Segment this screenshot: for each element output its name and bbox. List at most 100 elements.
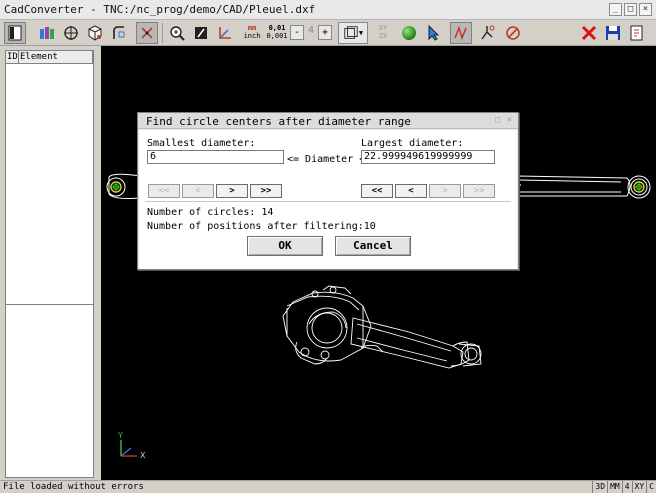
units-mm-label: mm bbox=[247, 24, 257, 32]
path-button[interactable] bbox=[450, 22, 472, 44]
filtered-positions-text: Number of positions after filtering:10 bbox=[147, 221, 376, 232]
chevron-down-icon: ▼ bbox=[358, 29, 364, 37]
y-axis-label: Y bbox=[117, 431, 123, 440]
plane-bottom-label: ZX bbox=[378, 32, 388, 40]
layers-icon bbox=[40, 27, 54, 39]
3d-view-button[interactable] bbox=[84, 22, 106, 44]
plane-toggle-button[interactable]: XY ZX bbox=[372, 24, 394, 40]
lower-rod-part bbox=[282, 285, 482, 369]
element-properties-list[interactable] bbox=[5, 304, 94, 478]
axis-triad: Y X bbox=[117, 431, 146, 460]
select-button[interactable] bbox=[190, 22, 212, 44]
export-icon bbox=[630, 25, 643, 41]
largest-last-button[interactable]: >> bbox=[463, 184, 495, 198]
smallest-prev-button[interactable]: < bbox=[182, 184, 214, 198]
status-bar: File loaded without errors 3D MM 4 XY C bbox=[0, 480, 656, 493]
split-icon bbox=[481, 25, 495, 40]
window-title: CadConverter - TNC:/nc_prog/demo/CAD/Ple… bbox=[4, 3, 316, 16]
list-view-icon bbox=[8, 25, 22, 41]
element-list-header: ID Element bbox=[6, 51, 93, 64]
column-id[interactable]: ID bbox=[6, 51, 19, 63]
contour-button[interactable] bbox=[108, 22, 130, 44]
export-button[interactable] bbox=[626, 22, 648, 44]
smallest-diameter-label: Smallest diameter: bbox=[147, 138, 256, 149]
close-window-button[interactable]: × bbox=[639, 3, 652, 16]
largest-prev-button[interactable]: < bbox=[395, 184, 427, 198]
split-button[interactable] bbox=[476, 22, 498, 44]
cursor-arrow-icon bbox=[428, 24, 440, 41]
title-bar: CadConverter - TNC:/nc_prog/demo/CAD/Ple… bbox=[0, 0, 656, 20]
largest-diameter-label: Largest diameter: bbox=[361, 138, 464, 149]
axis-button[interactable] bbox=[214, 22, 236, 44]
axis-icon bbox=[219, 27, 231, 39]
plane-top-label: XY bbox=[378, 24, 388, 32]
sphere-icon bbox=[402, 26, 416, 40]
save-button[interactable] bbox=[602, 22, 624, 44]
minimize-button[interactable]: _ bbox=[609, 3, 622, 16]
element-list[interactable]: ID Element bbox=[5, 50, 94, 306]
status-indicators: 3D MM 4 XY C bbox=[592, 481, 656, 493]
smallest-first-button[interactable]: << bbox=[148, 184, 180, 198]
resolution-top-label: 0,01 bbox=[268, 24, 286, 32]
increment-button[interactable]: + bbox=[318, 25, 332, 40]
contour-icon bbox=[113, 26, 125, 39]
maximize-button[interactable]: □ bbox=[624, 3, 637, 16]
path-icon bbox=[454, 25, 467, 41]
cube-icon bbox=[88, 25, 102, 41]
resolution-bottom-label: 0,001 bbox=[266, 32, 288, 40]
status-mode: C bbox=[646, 481, 656, 493]
dialog-title-bar: Find circle centers after diameter range… bbox=[138, 113, 518, 129]
crosshair-icon bbox=[64, 26, 78, 40]
units-toggle-button[interactable]: mm inch bbox=[242, 24, 262, 40]
discard-button[interactable] bbox=[578, 22, 600, 44]
units-inch-label: inch bbox=[243, 32, 261, 40]
positions-icon bbox=[141, 27, 153, 39]
toggle-list-view-button[interactable] bbox=[4, 22, 26, 44]
upper-right-circle-marker bbox=[633, 181, 645, 193]
x-axis-label: X bbox=[140, 451, 146, 460]
upper-left-circle-marker bbox=[106, 177, 126, 197]
layer-button[interactable] bbox=[36, 22, 58, 44]
dialog-body: Smallest diameter: 6 <= Diameter <= Larg… bbox=[139, 130, 517, 269]
view-dropdown[interactable]: ▼ bbox=[338, 22, 368, 44]
prohibit-icon bbox=[506, 26, 520, 40]
window-controls: _ □ × bbox=[609, 3, 652, 16]
status-plane: XY bbox=[631, 481, 647, 493]
dialog-divider bbox=[145, 201, 511, 202]
color-ball-button[interactable] bbox=[398, 22, 420, 44]
datum-button[interactable] bbox=[60, 22, 82, 44]
toolbar-separator bbox=[162, 23, 163, 43]
ok-button[interactable]: OK bbox=[247, 236, 323, 256]
select-icon bbox=[195, 27, 207, 39]
dialog-title: Find circle centers after diameter range bbox=[146, 115, 411, 128]
largest-first-button[interactable]: << bbox=[361, 184, 393, 198]
red-x-icon bbox=[581, 25, 597, 41]
status-resolution: 4 bbox=[621, 481, 632, 493]
resolution-value: 4 bbox=[307, 25, 315, 36]
smallest-last-button[interactable]: >> bbox=[250, 184, 282, 198]
toolbar: mm inch 0,01 0,001 - 4 + ▼ XY ZX bbox=[0, 20, 656, 46]
dialog-maximize-icon[interactable]: □ bbox=[493, 115, 502, 124]
view-box-icon bbox=[344, 26, 358, 39]
cancel-button[interactable]: Cancel bbox=[335, 236, 411, 256]
status-units: MM bbox=[607, 481, 622, 493]
smallest-next-button[interactable]: > bbox=[216, 184, 248, 198]
element-list-panel: ID Element bbox=[0, 46, 101, 480]
largest-diameter-input[interactable]: 22.999949619999999 bbox=[361, 150, 495, 164]
delete-selection-button[interactable] bbox=[502, 22, 524, 44]
largest-next-button[interactable]: > bbox=[429, 184, 461, 198]
zoom-button[interactable] bbox=[166, 22, 188, 44]
circle-count-text: Number of circles: 14 bbox=[147, 207, 274, 218]
pointer-button[interactable] bbox=[422, 22, 444, 44]
smallest-diameter-input[interactable]: 6 bbox=[147, 150, 284, 164]
floppy-disk-icon bbox=[606, 26, 620, 40]
column-element[interactable]: Element bbox=[19, 51, 93, 63]
diameter-relation-label: <= Diameter <= bbox=[287, 154, 372, 165]
status-message: File loaded without errors bbox=[3, 482, 144, 492]
status-view-mode: 3D bbox=[592, 481, 607, 493]
zoom-icon bbox=[170, 26, 185, 41]
machining-positions-button[interactable] bbox=[136, 22, 158, 44]
resolution-toggle-button[interactable]: 0,01 0,001 bbox=[266, 24, 288, 40]
dialog-close-icon[interactable]: × bbox=[505, 115, 514, 124]
decrement-button[interactable]: - bbox=[290, 25, 304, 40]
